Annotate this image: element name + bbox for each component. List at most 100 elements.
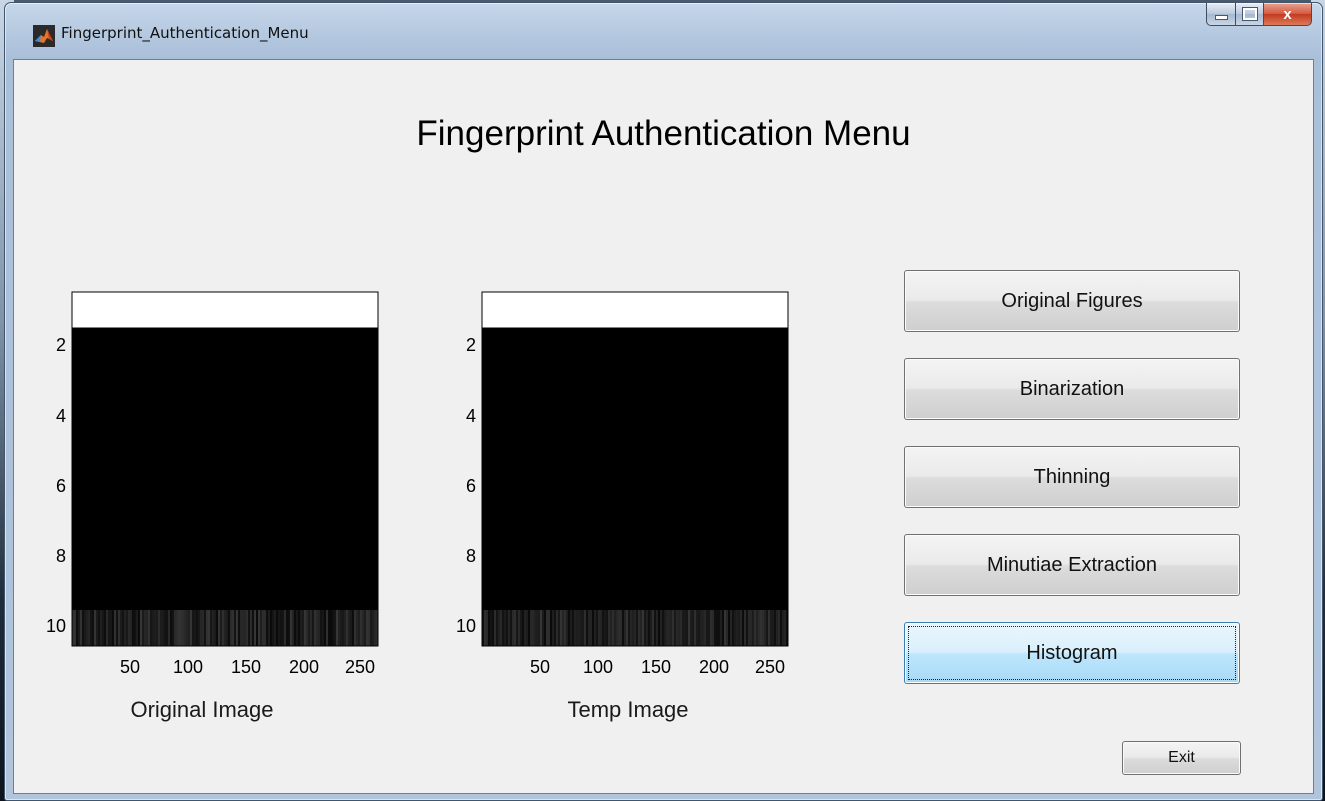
x-tick-label: 250 [755,657,785,677]
original-figures-button[interactable]: Original Figures [904,270,1240,332]
noise-stripe [230,610,232,646]
noise-stripe [600,610,602,646]
noise-stripe [668,610,670,646]
noise-stripe [262,610,264,646]
noise-stripe [570,610,572,646]
minimize-button[interactable] [1206,3,1236,26]
noise-stripe [712,610,714,646]
noise-stripe [306,610,308,646]
noise-stripe [350,610,352,646]
noise-stripe [260,610,262,646]
noise-stripe [78,610,80,646]
histogram-button[interactable]: Histogram [904,622,1240,684]
title-bar[interactable]: Fingerprint_Authentication_Menu x [5,3,1322,59]
noise-stripe [226,610,228,646]
temp-image-yticks: 2 4 6 8 10 [456,335,476,636]
x-tick-label: 150 [231,657,261,677]
noise-stripe [308,610,310,646]
noise-stripe [616,610,618,646]
noise-stripe [730,610,732,646]
noise-stripe [646,610,648,646]
noise-stripe [284,610,286,646]
noise-stripe [594,610,596,646]
noise-stripe [214,610,216,646]
noise-stripe [362,610,364,646]
noise-stripe [740,610,742,646]
noise-stripe [568,610,570,646]
noise-stripe [560,610,562,646]
noise-stripe [692,610,694,646]
noise-stripe [726,610,728,646]
original-image-noise [72,610,378,646]
noise-stripe [758,610,760,646]
noise-stripe [550,610,552,646]
noise-stripe [698,610,700,646]
noise-stripe [648,610,650,646]
noise-stripe [234,610,236,646]
noise-stripe [138,610,140,646]
noise-stripe [182,610,184,646]
noise-stripe [596,610,598,646]
noise-stripe [784,610,786,646]
page-title: Fingerprint Authentication Menu [416,114,911,153]
x-tick-label: 250 [345,657,375,677]
noise-stripe [142,610,144,646]
noise-stripe [540,610,542,646]
noise-stripe [678,610,680,646]
noise-stripe [582,610,584,646]
noise-stripe [88,610,90,646]
temp-image-xticks: 50 100 150 200 250 [530,657,785,677]
noise-stripe [632,610,634,646]
noise-stripe [84,610,86,646]
noise-stripe [592,610,594,646]
noise-stripe [742,610,744,646]
noise-stripe [354,610,356,646]
y-tick-label: 4 [466,406,476,426]
noise-stripe [734,610,736,646]
noise-stripe [366,610,368,646]
noise-stripe [508,610,510,646]
noise-stripe [530,610,532,646]
noise-stripe [98,610,100,646]
noise-stripe [736,610,738,646]
noise-stripe [368,610,370,646]
noise-stripe [586,610,588,646]
minutiae-extraction-button[interactable]: Minutiae Extraction [904,534,1240,596]
exit-button[interactable]: Exit [1122,741,1241,775]
noise-stripe [656,610,658,646]
noise-stripe [266,610,268,646]
noise-stripe [302,610,304,646]
noise-stripe [340,610,342,646]
maximize-button[interactable] [1236,3,1264,26]
noise-stripe [278,610,280,646]
noise-stripe [628,610,630,646]
noise-stripe [144,610,146,646]
noise-stripe [158,610,160,646]
noise-stripe [562,610,564,646]
noise-stripe [554,610,556,646]
noise-stripe [536,610,538,646]
noise-stripe [552,610,554,646]
noise-stripe [492,610,494,646]
x-tick-label: 200 [699,657,729,677]
noise-stripe [514,610,516,646]
noise-stripe [680,610,682,646]
temp-image-label: Temp Image [567,697,689,722]
noise-stripe [336,610,338,646]
noise-stripe [82,610,84,646]
binarization-button[interactable]: Binarization [904,358,1240,420]
noise-stripe [200,610,202,646]
noise-stripe [746,610,748,646]
noise-stripe [176,610,178,646]
noise-stripe [722,610,724,646]
thinning-button[interactable]: Thinning [904,446,1240,508]
noise-stripe [248,610,250,646]
close-button[interactable]: x [1264,3,1312,26]
noise-stripe [352,610,354,646]
x-tick-label: 100 [583,657,613,677]
noise-stripe [652,610,654,646]
noise-stripe [556,610,558,646]
noise-stripe [268,610,270,646]
noise-stripe [638,610,640,646]
noise-stripe [202,610,204,646]
